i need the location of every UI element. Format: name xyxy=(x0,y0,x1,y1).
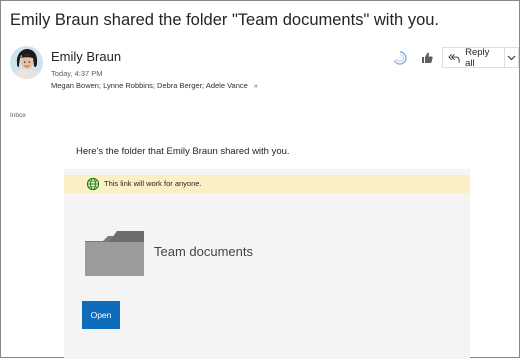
globe-icon xyxy=(86,177,100,191)
reply-all-icon xyxy=(448,53,460,63)
sent-date: Today, 4:37 PM xyxy=(51,69,103,78)
email-subject: Emily Braun shared the folder "Team docu… xyxy=(10,11,439,29)
reply-all-group: Reply all xyxy=(442,46,519,69)
link-notice-text: This link will work for anyone. xyxy=(104,179,202,188)
chevron-down-icon xyxy=(507,55,516,60)
reply-all-label: Reply all xyxy=(465,46,490,69)
sender-avatar[interactable] xyxy=(10,46,43,79)
open-button[interactable]: Open xyxy=(82,301,120,329)
recipients-line: Megan Bowen; Lynne Robbins; Debra Berger… xyxy=(51,81,258,90)
avatar-photo xyxy=(10,46,43,79)
shared-folder-card: This link will work for anyone. Team doc… xyxy=(64,169,470,359)
link-notice: This link will work for anyone. xyxy=(64,175,470,193)
message-intro: Here's the folder that Emily Braun share… xyxy=(76,146,290,157)
expand-recipients-icon[interactable]: » xyxy=(254,83,258,90)
thumbs-up-icon xyxy=(422,52,433,63)
sparkle-icon xyxy=(392,50,408,66)
more-actions-button[interactable] xyxy=(505,48,518,67)
like-button[interactable] xyxy=(418,49,436,67)
shared-folder-name[interactable]: Team documents xyxy=(154,244,253,259)
folder-icon[interactable] xyxy=(85,231,144,276)
folder-label: Inbox xyxy=(10,112,26,119)
email-reading-pane: Emily Braun shared the folder "Team docu… xyxy=(0,0,520,359)
reply-all-button[interactable]: Reply all xyxy=(443,46,505,69)
recipients-list[interactable]: Megan Bowen; Lynne Robbins; Debra Berger… xyxy=(51,81,248,90)
sender-name[interactable]: Emily Braun xyxy=(51,49,121,64)
